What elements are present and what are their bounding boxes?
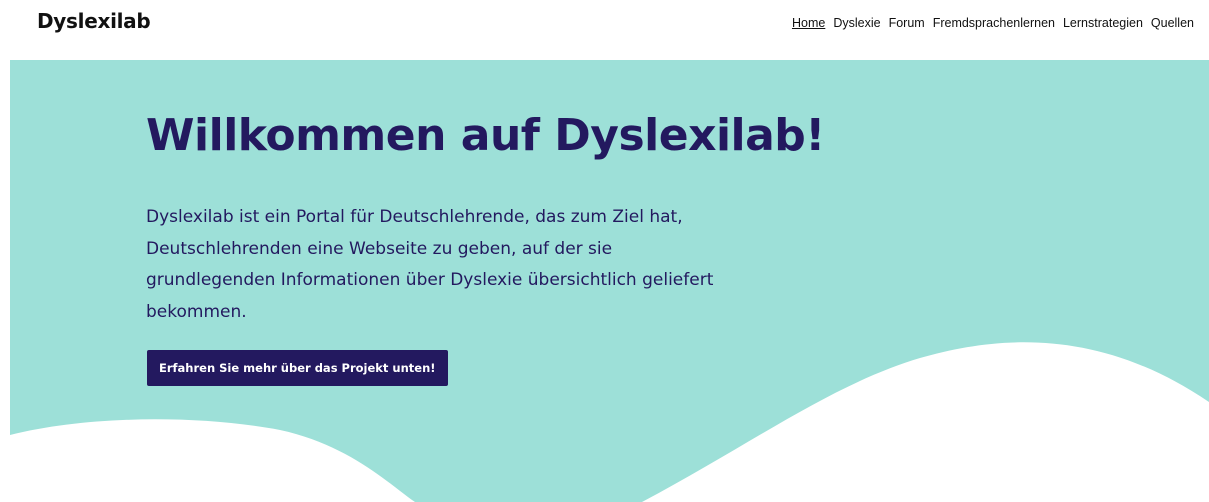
hero-description: Dyslexilab ist ein Portal für Deutschleh…: [146, 207, 714, 322]
nav-item-forum[interactable]: Forum: [889, 16, 925, 30]
hero-section: Willkommen auf Dyslexilab! Dyslexilab is…: [10, 60, 1209, 502]
nav-item-fremdsprachenlernen[interactable]: Fremdsprachenlernen: [933, 16, 1055, 30]
learn-more-button[interactable]: Erfahren Sie mehr über das Projekt unten…: [147, 350, 448, 386]
nav-item-lernstrategien[interactable]: Lernstrategien: [1063, 16, 1143, 30]
main-nav: Home Dyslexie Forum Fremdsprachenlernen …: [792, 16, 1194, 30]
nav-item-quellen[interactable]: Quellen: [1151, 16, 1194, 30]
nav-item-dyslexie[interactable]: Dyslexie: [833, 16, 880, 30]
site-header: Dyslexilab Home Dyslexie Forum Fremdspra…: [0, 0, 1209, 60]
nav-item-home[interactable]: Home: [792, 16, 825, 30]
hero-title: Willkommen auf Dyslexilab!: [146, 110, 825, 161]
site-logo[interactable]: Dyslexilab: [37, 9, 151, 33]
